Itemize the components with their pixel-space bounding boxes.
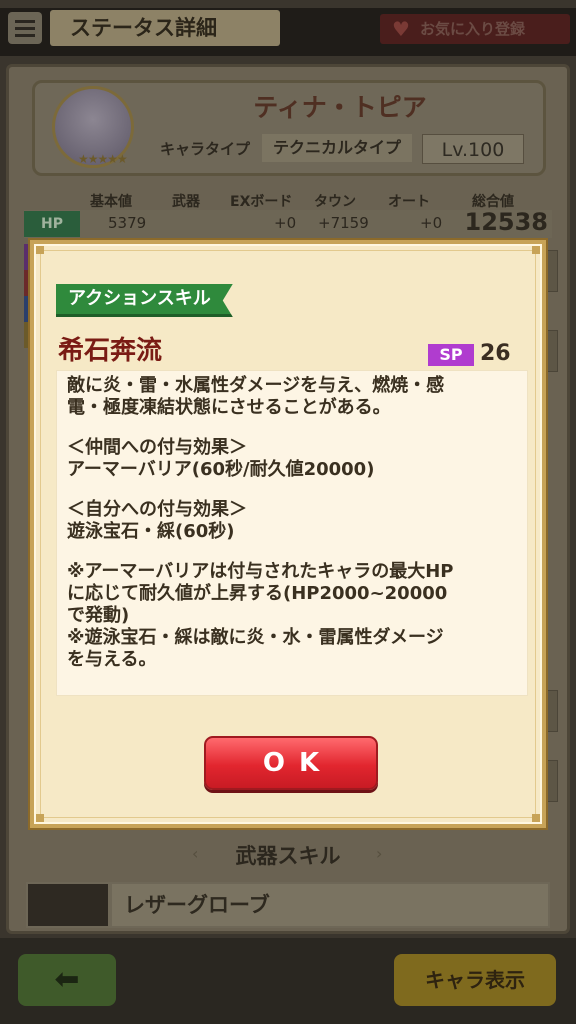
description-line: 電・極度凍結状態にさせることがある。 bbox=[67, 397, 391, 418]
col-weapon: 武器 bbox=[172, 194, 200, 210]
chara-display-button[interactable]: キャラ表示 bbox=[394, 954, 556, 1006]
character-name: ティナ・トピア bbox=[253, 93, 427, 122]
left-arrow-icon: ⬅ bbox=[54, 962, 80, 997]
description-line: アーマーバリア(60秒/耐久値20000) bbox=[67, 459, 375, 480]
hp-town: +7159 bbox=[318, 214, 369, 232]
col-base: 基本値 bbox=[90, 194, 132, 210]
description-line: ※遊泳宝石・綵は敵に炎・水・雷属性ダメージ bbox=[67, 627, 444, 648]
frame-corner bbox=[36, 814, 44, 822]
description-line: ※アーマーバリアは付与されたキャラの最大HP bbox=[67, 561, 454, 582]
sp-value: 26 bbox=[480, 341, 511, 366]
description-line: を与える。 bbox=[67, 649, 157, 670]
favorite-button[interactable]: ♥ お気に入り登録 bbox=[380, 14, 570, 44]
favorite-label: お気に入り登録 bbox=[420, 20, 526, 38]
weapon-icon bbox=[28, 884, 108, 926]
col-town: タウン bbox=[314, 194, 356, 210]
side-tab bbox=[546, 690, 558, 732]
frame-corner bbox=[532, 814, 540, 822]
hp-exboard: +0 bbox=[274, 214, 297, 232]
heart-icon: ♥ bbox=[392, 17, 410, 41]
ok-button[interactable]: OK bbox=[204, 736, 378, 790]
description-line: 遊泳宝石・綵(60秒) bbox=[67, 521, 235, 542]
menu-icon[interactable] bbox=[8, 12, 42, 44]
skill-detail-dialog: アクションスキル 希石奔流 SP 26 敵に炎・雷・水属性ダメージを与え、燃焼・… bbox=[30, 240, 546, 828]
sp-badge: SP bbox=[428, 344, 474, 366]
rarity-stars: ★★★★★ bbox=[78, 152, 128, 166]
chara-type-label: キャラタイプ bbox=[160, 140, 251, 158]
col-exboard: EXボード bbox=[230, 194, 293, 210]
hp-total: 12538 bbox=[464, 208, 549, 236]
back-button[interactable]: ⬅ bbox=[18, 954, 116, 1006]
page-title: ステータス詳細 bbox=[50, 10, 280, 46]
description-line: 敵に炎・雷・水属性ダメージを与え、燃焼・感 bbox=[67, 375, 445, 396]
level-value: Lv.100 bbox=[422, 134, 524, 164]
hp-base: 5379 bbox=[108, 214, 147, 232]
hp-auto: +0 bbox=[420, 214, 443, 232]
side-tab bbox=[546, 760, 558, 802]
description-line: ＜自分への付与効果＞ bbox=[67, 499, 247, 520]
weapon-name: レザーグローブ bbox=[112, 884, 548, 926]
side-tab bbox=[546, 330, 558, 372]
frame-corner bbox=[532, 246, 540, 254]
side-tab bbox=[546, 250, 558, 292]
description-line: で発動) bbox=[67, 605, 130, 626]
description-line: に応じて耐久値が上昇する(HP2000~20000 bbox=[67, 583, 448, 604]
next-arrow-icon[interactable]: › bbox=[376, 844, 382, 863]
hp-label: HP bbox=[24, 211, 80, 237]
description-line: ＜仲間への付与効果＞ bbox=[67, 437, 247, 458]
frame-corner bbox=[36, 246, 44, 254]
skill-name: 希石奔流 bbox=[58, 336, 163, 366]
skill-type-tag: アクションスキル bbox=[56, 284, 233, 317]
col-auto: オート bbox=[388, 194, 430, 210]
weapon-skill-title: 武器スキル bbox=[235, 844, 341, 868]
skill-description: 敵に炎・雷・水属性ダメージを与え、燃焼・感 電・極度凍結状態にさせることがある。… bbox=[56, 370, 528, 696]
chara-type-value: テクニカルタイプ bbox=[262, 134, 412, 162]
